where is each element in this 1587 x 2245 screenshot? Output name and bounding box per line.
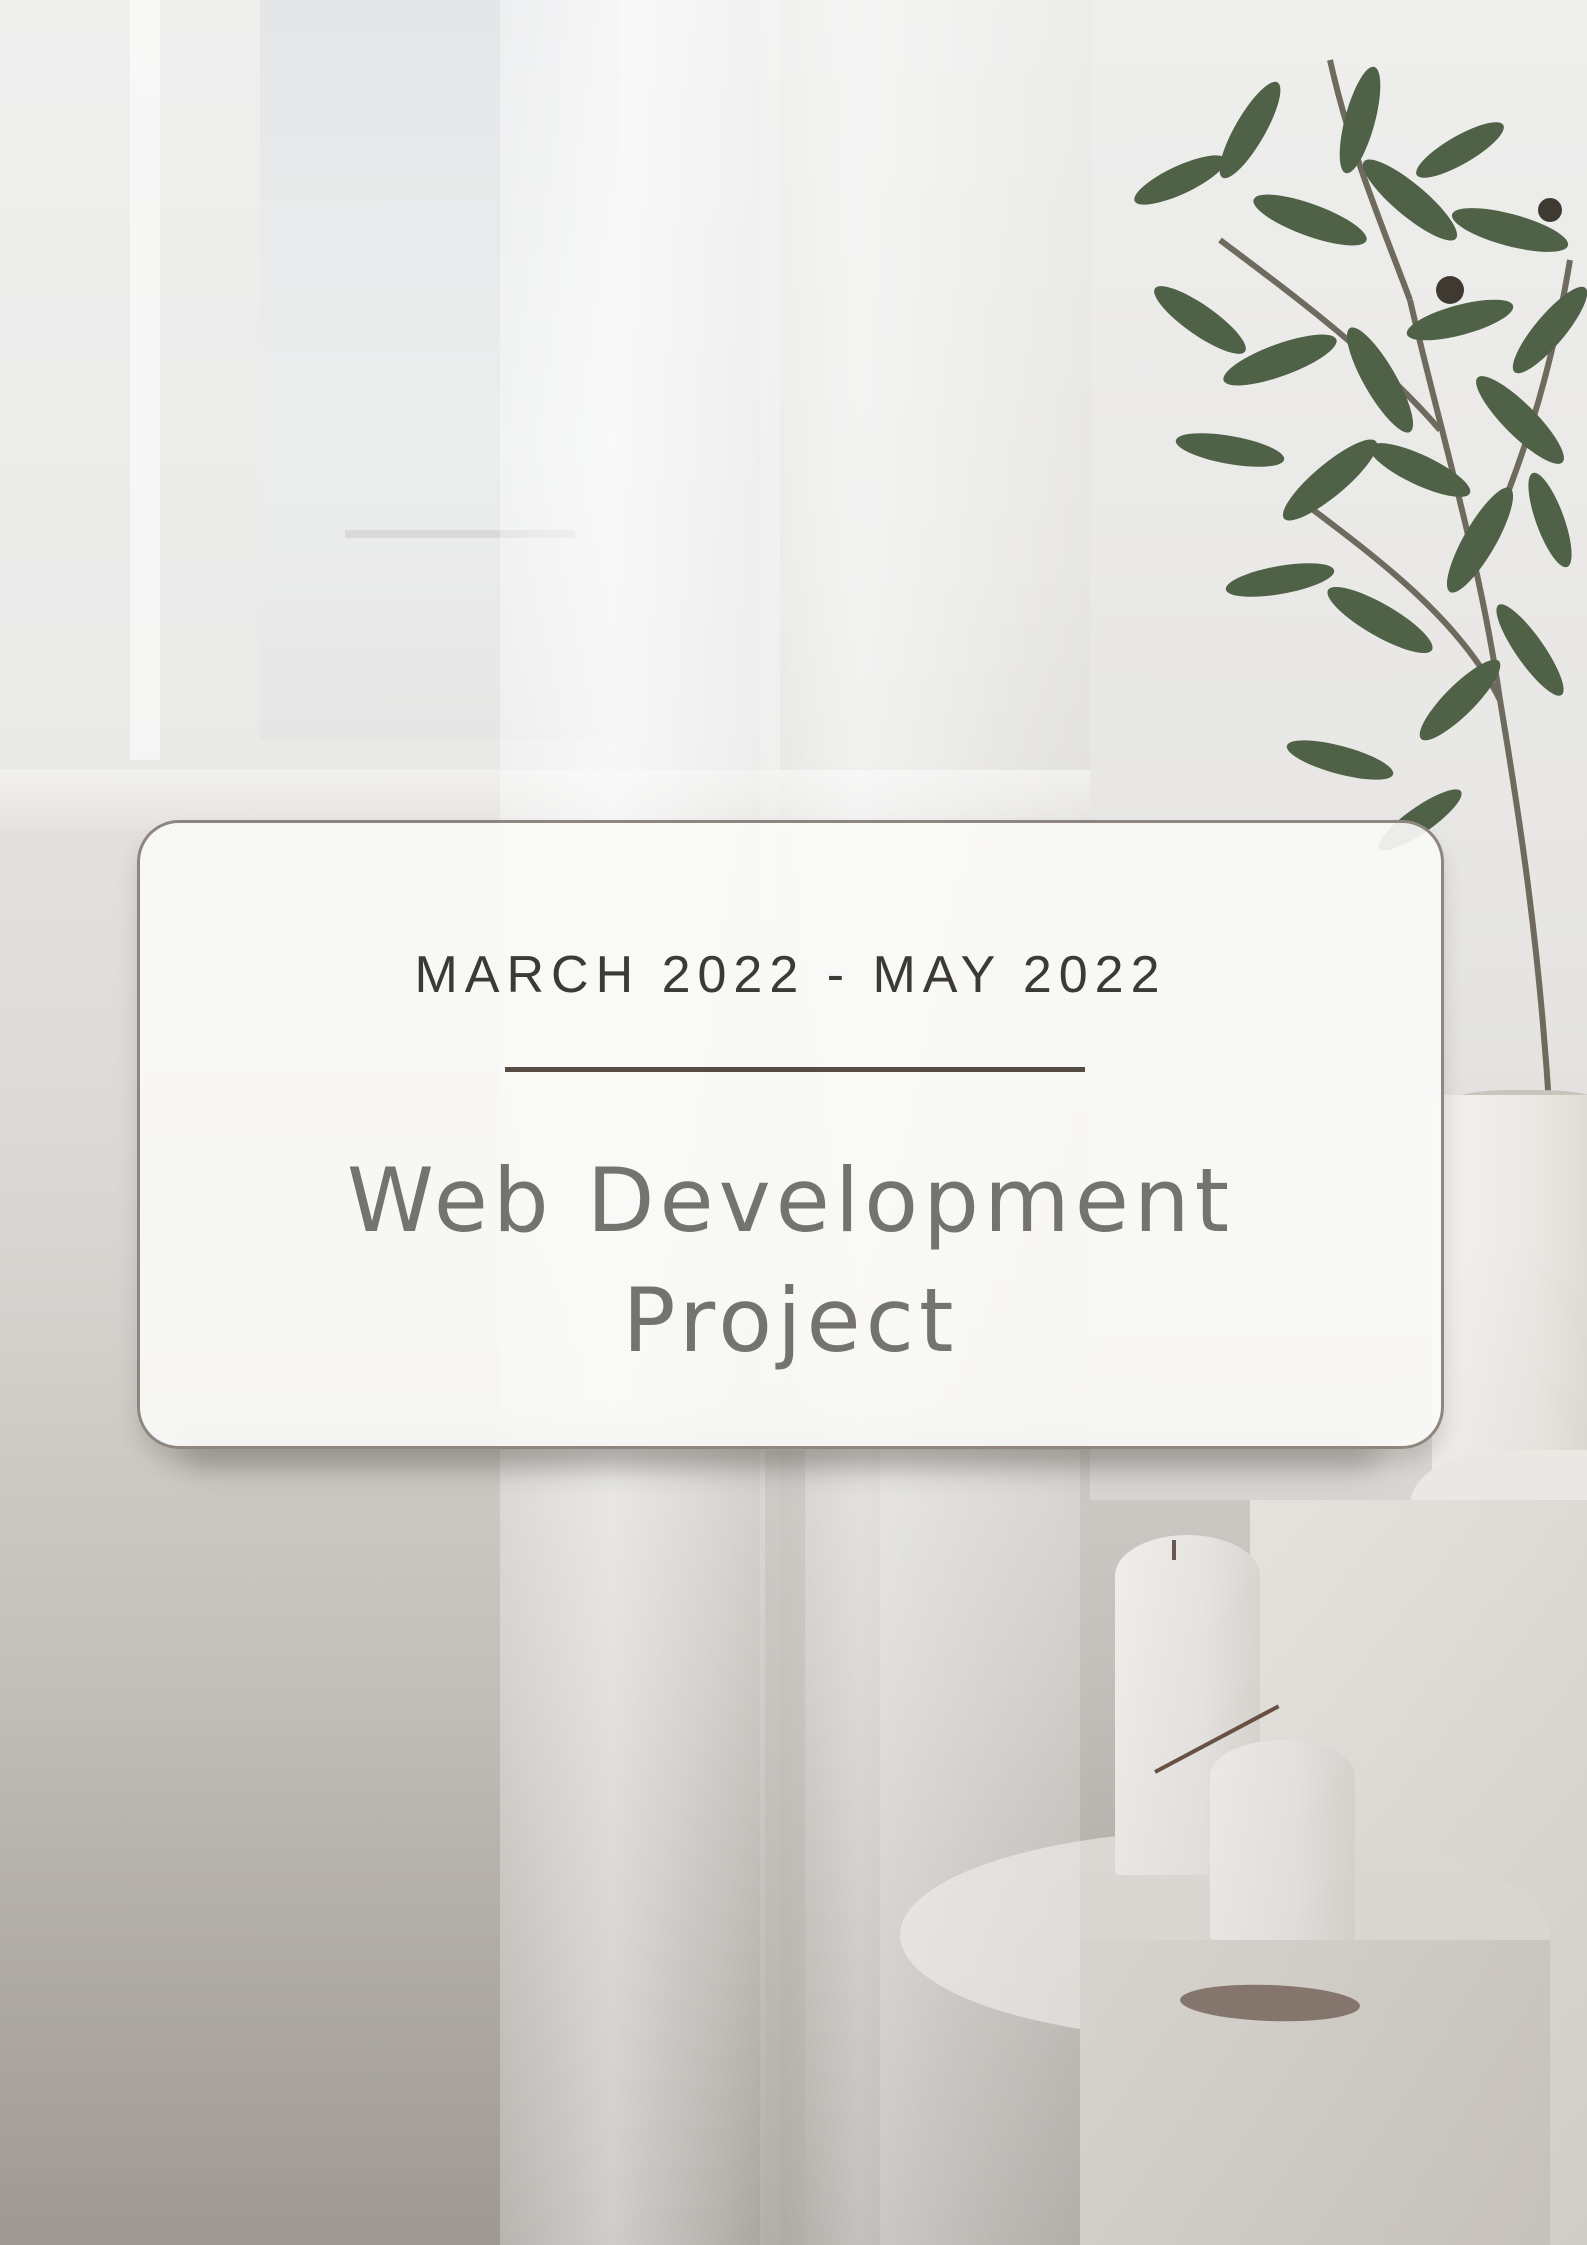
side-table-base [1080, 1940, 1550, 2245]
window-frame [130, 0, 160, 760]
candle-icon [1210, 1740, 1355, 1940]
title-line-1: Web Development [346, 1149, 1235, 1252]
document-title: Web Development Project [140, 1141, 1441, 1381]
title-card: MARCH 2022 - MAY 2022 Web Development Pr… [137, 820, 1444, 1449]
curtain-fold [880, 1450, 1080, 2245]
date-range: MARCH 2022 - MAY 2022 [414, 946, 1167, 1004]
divider-rule [505, 1067, 1085, 1072]
curtain-fold [765, 1450, 805, 2245]
candle-wick [1172, 1540, 1176, 1560]
title-line-2: Project [622, 1269, 959, 1372]
